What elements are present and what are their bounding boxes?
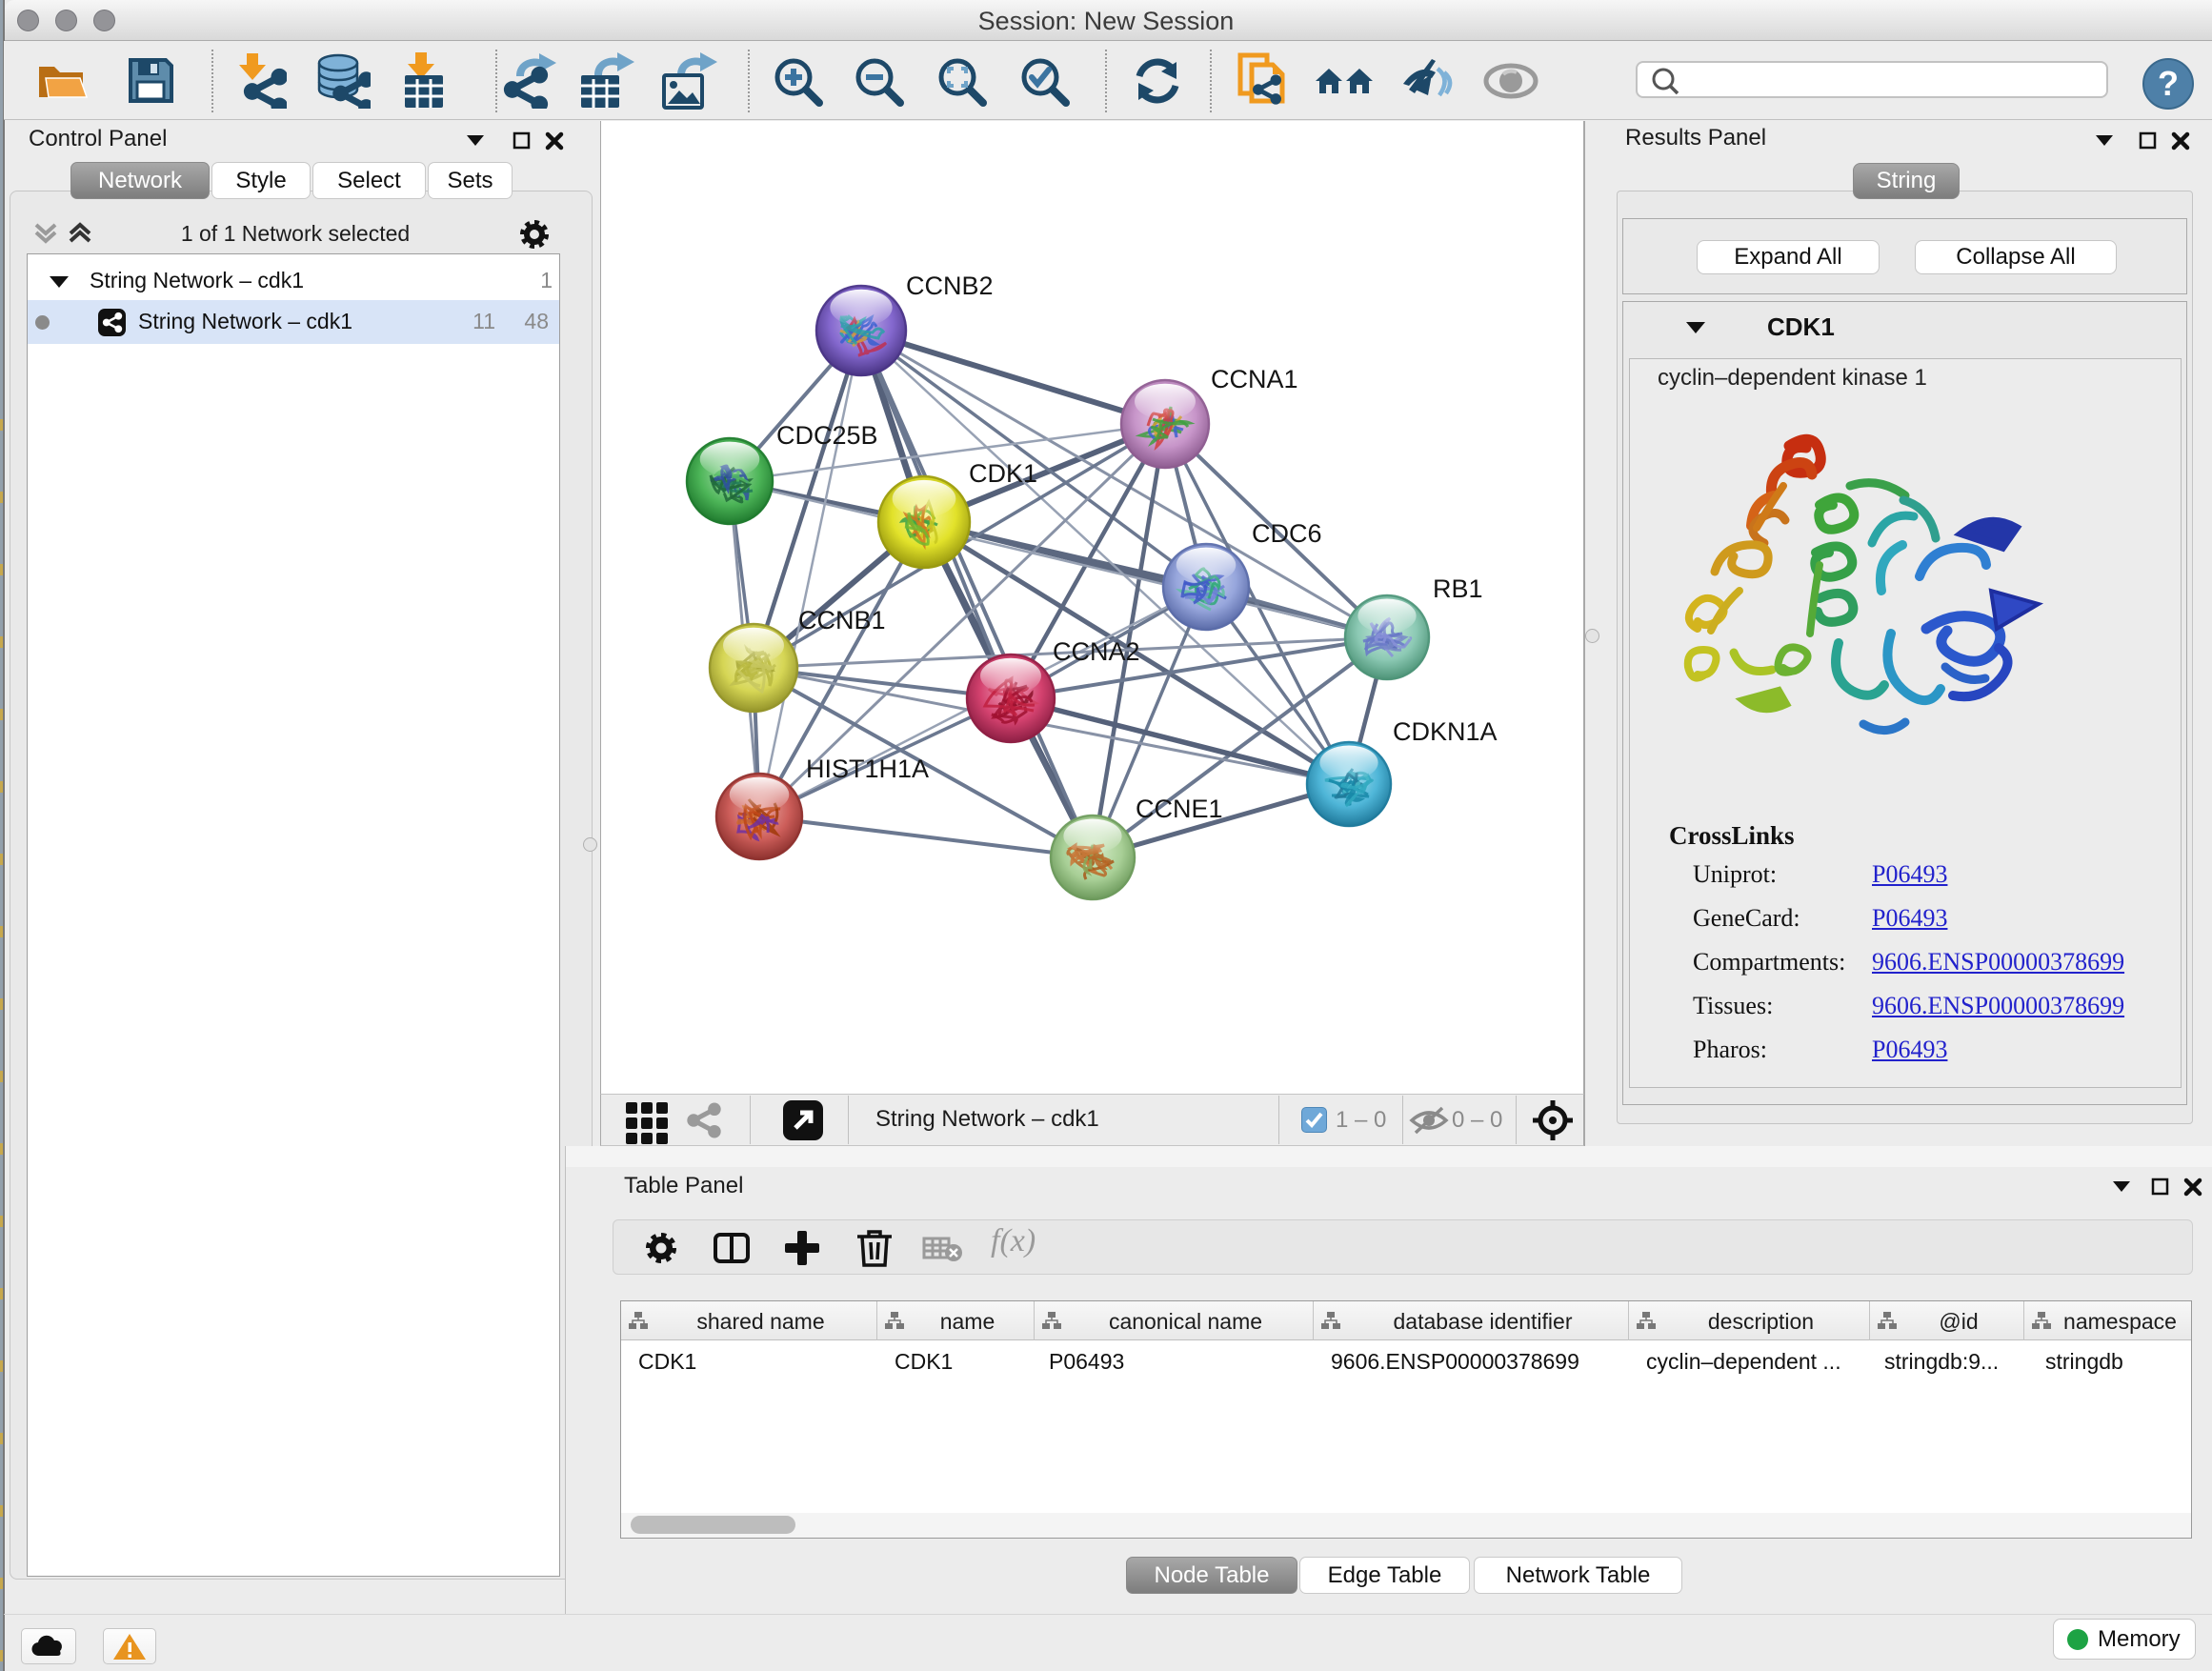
svg-text:CDC6: CDC6 — [1252, 519, 1322, 548]
svg-text:HIST1H1A: HIST1H1A — [806, 755, 929, 783]
svg-text:CCNA2: CCNA2 — [1053, 637, 1140, 666]
svg-text:CCNA1: CCNA1 — [1211, 365, 1298, 393]
svg-text:CDKN1A: CDKN1A — [1393, 717, 1498, 746]
svg-text:RB1: RB1 — [1433, 574, 1483, 603]
svg-text:?: ? — [2158, 64, 2179, 103]
svg-text:CDK1: CDK1 — [969, 459, 1037, 488]
svg-text:CCNE1: CCNE1 — [1136, 795, 1223, 823]
svg-text:CDC25B: CDC25B — [776, 421, 878, 450]
svg-text:CCNB1: CCNB1 — [798, 606, 886, 634]
svg-text:CCNB2: CCNB2 — [906, 272, 994, 300]
